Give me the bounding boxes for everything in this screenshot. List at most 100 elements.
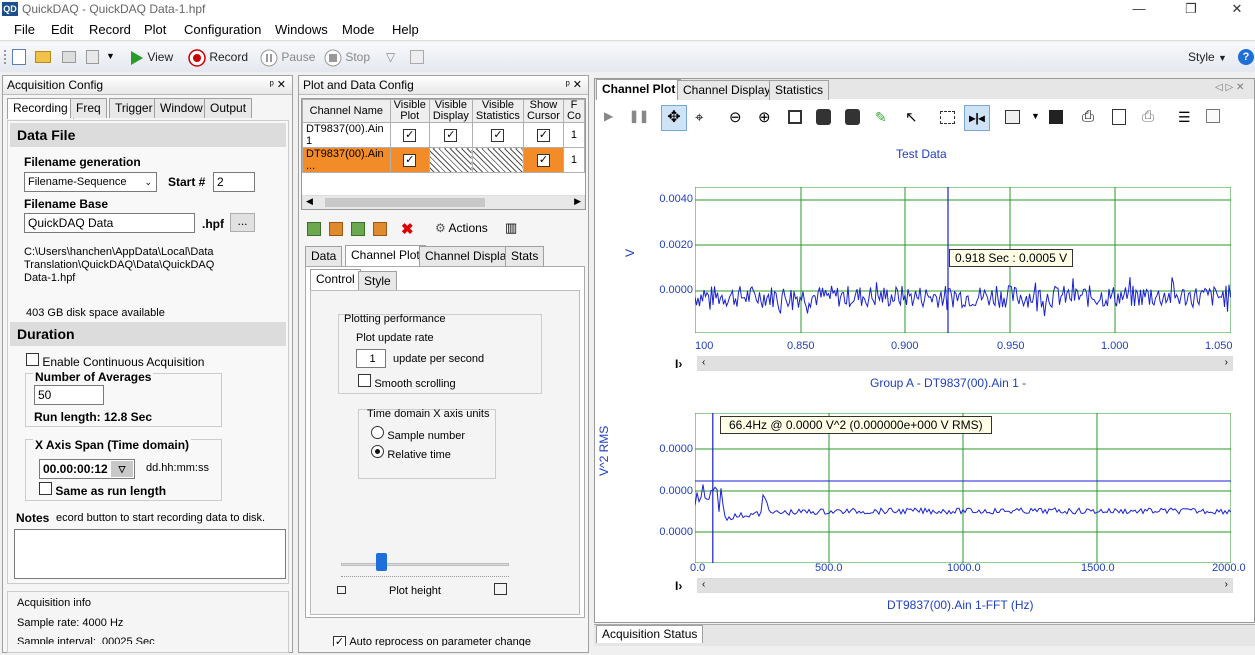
menu-configuration[interactable]: Configuration — [184, 22, 261, 37]
save-plot-icon[interactable] — [1049, 110, 1063, 124]
scroll-left-icon[interactable]: ‹ — [702, 579, 705, 590]
radio-button[interactable] — [371, 426, 384, 439]
record-button[interactable]: Record — [188, 46, 248, 68]
zoom-region-icon[interactable]: ⌖ — [695, 109, 703, 126]
browse-button[interactable]: ... — [230, 213, 255, 232]
print-icon[interactable]: ⎙ — [1082, 108, 1094, 125]
open-folder-icon[interactable] — [35, 51, 51, 63]
new-file-icon[interactable] — [12, 49, 26, 65]
cursor-icon[interactable]: ▸|◂ — [964, 105, 990, 131]
checkbox-box[interactable] — [39, 482, 52, 495]
tab-data[interactable]: Data — [305, 246, 343, 266]
scroll-right-icon[interactable]: › — [1225, 357, 1228, 368]
scroll-play-icon[interactable]: I› — [675, 357, 682, 371]
tab-channel-display-doc[interactable]: Channel Display — [677, 80, 777, 100]
sample-number-radio[interactable]: Sample number — [371, 426, 465, 442]
columns-icon[interactable]: ▥ — [505, 220, 517, 236]
tab-stats[interactable]: Stats — [505, 246, 545, 266]
scroll-right-icon[interactable]: ▶ — [574, 196, 581, 207]
export-icon[interactable] — [86, 50, 99, 64]
bottom-plot-scrollbar[interactable]: ‹ › — [697, 578, 1233, 593]
filter-icon[interactable]: ▽ — [386, 50, 402, 64]
checkbox-checked[interactable] — [403, 153, 417, 167]
add-channel-icon[interactable] — [307, 222, 321, 236]
tab-control[interactable]: Control — [310, 269, 361, 290]
add-math-channel-icon[interactable] — [329, 222, 343, 236]
view-button[interactable]: View — [128, 46, 173, 68]
tab-window[interactable]: Window — [154, 98, 209, 118]
edit-channel-icon[interactable] — [373, 222, 387, 236]
settings-page-icon[interactable] — [410, 50, 424, 64]
smooth-scrolling-checkbox[interactable]: Smooth scrolling — [358, 374, 456, 390]
checkbox-checked[interactable] — [491, 128, 505, 142]
tab-statistics-doc[interactable]: Statistics — [769, 80, 830, 100]
column-header[interactable]: Visible Statistics — [471, 99, 524, 123]
print-preview-icon[interactable] — [1112, 109, 1126, 125]
show-cursor-cell[interactable] — [522, 122, 564, 148]
delete-icon[interactable]: ✖ — [401, 220, 414, 238]
table-row[interactable]: DT9837(00).Ain 1 1 — [302, 122, 585, 148]
extra-cell[interactable]: 1 — [562, 122, 585, 148]
close-button[interactable]: ✕ — [1214, 0, 1255, 19]
actions-button[interactable]: ⚙ Actions — [435, 221, 488, 235]
plot-height-slider-thumb[interactable] — [376, 553, 387, 571]
menu-file[interactable]: File — [14, 22, 35, 37]
scroll-left-icon[interactable]: ◀ — [306, 196, 313, 207]
save-icon[interactable] — [62, 51, 76, 63]
tab-nav-icons[interactable]: ◁ ▷ ✕ — [1215, 82, 1244, 93]
checkbox-checked[interactable] — [333, 636, 346, 646]
autoscale-y-icon[interactable] — [816, 109, 831, 125]
same-as-run-checkbox[interactable]: Same as run length — [39, 482, 166, 498]
table-row-selected[interactable]: DT9837(00).Ain ... 1 — [302, 147, 585, 173]
checkbox-box[interactable] — [26, 353, 39, 366]
stop-button[interactable]: Stop — [324, 46, 370, 68]
add-fft-icon[interactable] — [351, 222, 365, 236]
column-header[interactable]: Visible Plot — [389, 99, 430, 123]
large-plot-icon[interactable] — [494, 583, 507, 595]
scroll-left-icon[interactable]: ‹ — [702, 357, 705, 368]
channel-name[interactable]: DT9837(00).Ain ... — [302, 147, 391, 173]
column-header[interactable]: F Co — [562, 99, 585, 123]
menu-record[interactable]: Record — [89, 22, 131, 37]
small-plot-icon[interactable] — [337, 586, 346, 594]
column-header[interactable]: Visible Display — [428, 99, 473, 123]
tab-channel-plot-doc[interactable]: Channel Plot — [596, 79, 682, 100]
extra-cell[interactable]: 1 — [562, 147, 585, 173]
pan-icon[interactable]: ✥ — [661, 105, 687, 131]
channel-name[interactable]: DT9837(00).Ain 1 — [302, 122, 391, 148]
scroll-right-icon[interactable]: › — [1225, 579, 1228, 590]
x-axis-span-input[interactable]: 00.00:00:12 ▽ — [39, 459, 135, 479]
maximize-button[interactable]: ❐ — [1168, 0, 1214, 19]
minimize-button[interactable]: — — [1116, 0, 1162, 19]
pointer-icon[interactable]: ↖ — [905, 108, 918, 126]
checkbox-box[interactable] — [358, 374, 371, 387]
zoom-in-icon[interactable]: ⊕ — [758, 108, 771, 126]
update-rate-input[interactable]: 1 — [356, 349, 386, 368]
scroll-play-icon[interactable]: I› — [675, 579, 682, 593]
zoom-fit-icon[interactable] — [788, 110, 802, 124]
page-setup-icon[interactable]: ⎙ — [1142, 108, 1154, 125]
menu-plot[interactable]: Plot — [144, 22, 166, 37]
zoom-out-icon[interactable]: ⊖ — [729, 108, 742, 126]
calendar-dropdown-icon[interactable]: ▽ — [111, 461, 133, 477]
tab-trigger[interactable]: Trigger — [109, 98, 159, 118]
pause-button[interactable]: Pause — [260, 46, 315, 68]
start-number-input[interactable]: 2 — [213, 172, 255, 192]
autoscale-x-icon[interactable] — [845, 109, 860, 125]
checkbox-checked[interactable] — [444, 128, 458, 142]
chevron-down-icon[interactable]: ▼ — [1031, 111, 1040, 121]
run-icon[interactable]: ▶ — [604, 109, 613, 123]
plot-height-slider-track[interactable] — [341, 563, 509, 566]
visible-plot-cell[interactable] — [389, 122, 430, 148]
filename-base-input[interactable]: QuickDAQ Data — [24, 213, 195, 233]
tab-channel-display[interactable]: Channel Display — [419, 246, 519, 266]
visible-display-cell[interactable] — [428, 122, 473, 148]
legend-icon[interactable]: ☰ — [1178, 109, 1191, 126]
tab-output[interactable]: Output — [204, 98, 253, 118]
tab-freq[interactable]: Freq — [70, 98, 107, 118]
tab-acquisition-status[interactable]: Acquisition Status — [596, 625, 704, 643]
menu-mode[interactable]: Mode — [342, 22, 375, 37]
select-region-icon[interactable] — [940, 111, 955, 124]
relative-time-radio[interactable]: Relative time — [371, 445, 451, 461]
tab-recording[interactable]: Recording — [7, 98, 74, 119]
